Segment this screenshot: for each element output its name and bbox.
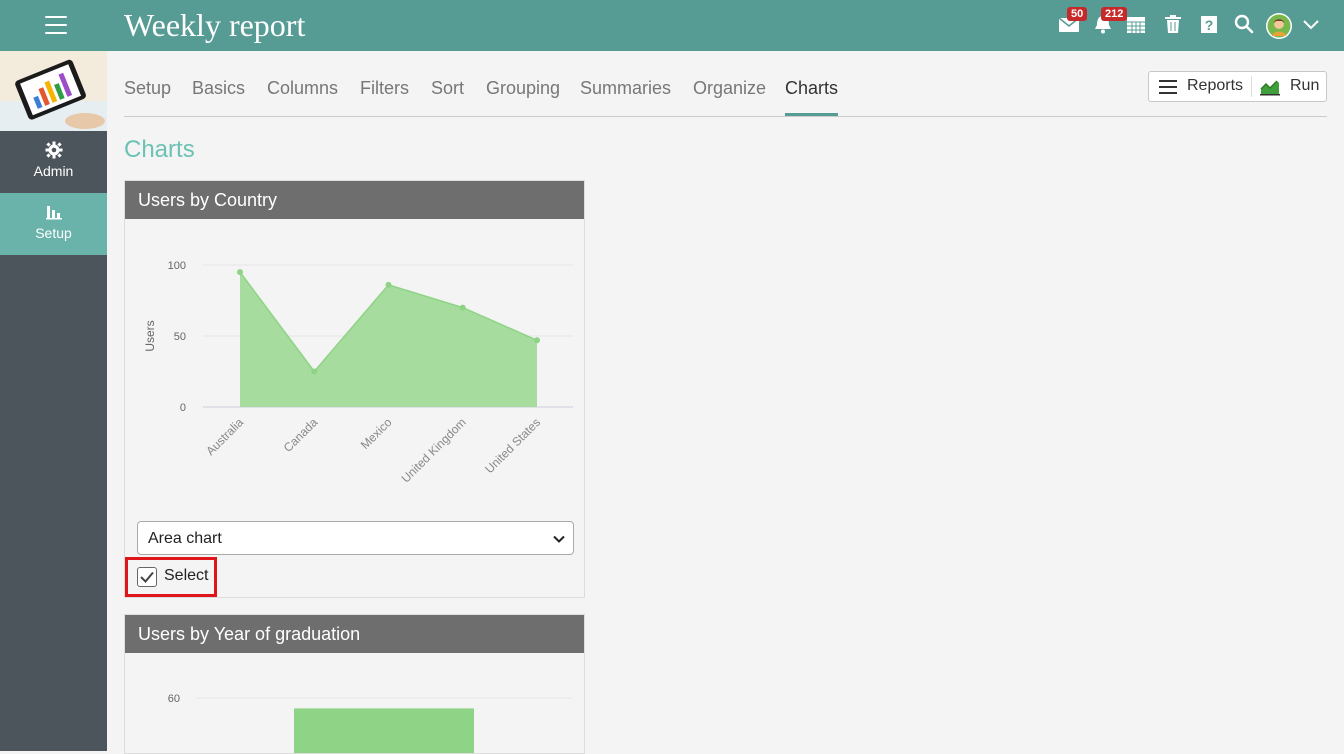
report-actions: Reports Run — [1148, 71, 1327, 102]
tab-summaries[interactable]: Summaries — [580, 78, 671, 99]
avatar[interactable] — [1265, 12, 1293, 40]
chart-panel-users-by-country: Users by Country 0 50 100 Users Australia Can… — [124, 180, 585, 598]
data-point — [385, 281, 392, 288]
notifications-icon[interactable]: 212 — [1092, 7, 1128, 37]
x-tick-label: Australia — [203, 415, 246, 458]
select-checkbox-row: Select — [125, 557, 217, 597]
page-title: Weekly report — [124, 7, 306, 43]
select-label: Select — [164, 567, 209, 584]
x-tick-label: United States — [482, 415, 543, 476]
help-icon[interactable]: ? — [1198, 13, 1222, 37]
tab-charts[interactable]: Charts — [785, 78, 838, 99]
x-tick-label: United Kingdom — [399, 415, 469, 485]
y-tick-label: 0 — [180, 402, 186, 414]
sidebar: Admin Setup — [0, 51, 107, 751]
list-icon — [1159, 79, 1177, 100]
tab-organize[interactable]: Organize — [693, 78, 766, 99]
section-title: Charts — [124, 136, 195, 163]
checkmark-icon — [140, 571, 154, 583]
sidebar-item-admin[interactable]: Admin — [0, 131, 107, 193]
area-chart: 0 50 100 Users Australia Canada Mexico United K… — [143, 260, 573, 486]
data-point — [459, 304, 466, 311]
x-tick-label: Canada — [281, 415, 321, 455]
app-logo — [0, 51, 107, 131]
reports-label: Reports — [1187, 77, 1244, 94]
chart-type-value: Area chart — [148, 530, 222, 547]
tab-columns[interactable]: Columns — [267, 78, 338, 99]
bar-chart: 60 — [168, 693, 573, 753]
chart-type-select[interactable]: Area chart — [137, 521, 574, 555]
tabs-divider — [124, 116, 1327, 117]
tab-filters[interactable]: Filters — [360, 78, 409, 99]
data-point — [311, 368, 318, 375]
x-tick-label: Mexico — [358, 415, 395, 452]
panel-title: Users by Country — [125, 181, 584, 219]
notifications-badge: 212 — [1101, 7, 1128, 21]
bar — [294, 708, 474, 753]
top-bar: Weekly report 50 212 ? — [0, 0, 1344, 51]
sidebar-item-label: Setup — [35, 225, 72, 241]
data-point — [237, 269, 243, 276]
y-tick-label: 50 — [174, 331, 186, 343]
gear-icon — [45, 141, 63, 159]
chevron-down-icon[interactable] — [1302, 17, 1326, 41]
svg-text:?: ? — [1205, 17, 1214, 33]
y-axis-label: Users — [143, 320, 157, 351]
tab-grouping[interactable]: Grouping — [486, 78, 560, 99]
chart-panel-users-by-year: Users by Year of graduation 60 — [124, 614, 585, 754]
bar-chart-icon — [45, 203, 63, 221]
trash-icon[interactable] — [1162, 13, 1186, 37]
reports-button[interactable]: Reports — [1149, 72, 1251, 101]
y-tick-label: 60 — [168, 693, 180, 705]
select-checkbox[interactable] — [137, 567, 157, 587]
tab-basics[interactable]: Basics — [192, 78, 245, 99]
run-chart-icon — [1260, 78, 1280, 101]
y-tick-label: 100 — [168, 260, 186, 272]
messages-badge: 50 — [1067, 7, 1088, 21]
run-button[interactable]: Run — [1252, 72, 1326, 101]
messages-icon[interactable]: 50 — [1058, 7, 1088, 37]
menu-icon[interactable] — [45, 16, 67, 34]
run-label: Run — [1290, 77, 1320, 94]
sidebar-item-setup[interactable]: Setup — [0, 193, 107, 255]
panel-title: Users by Year of graduation — [125, 615, 584, 653]
search-icon[interactable] — [1233, 13, 1257, 37]
chevron-down-icon — [553, 532, 565, 544]
data-point — [534, 337, 540, 344]
calendar-icon[interactable] — [1125, 13, 1149, 37]
tab-setup[interactable]: Setup — [124, 78, 171, 99]
sidebar-item-label: Admin — [33, 163, 74, 179]
area-series — [240, 272, 537, 407]
tab-sort[interactable]: Sort — [431, 78, 464, 99]
